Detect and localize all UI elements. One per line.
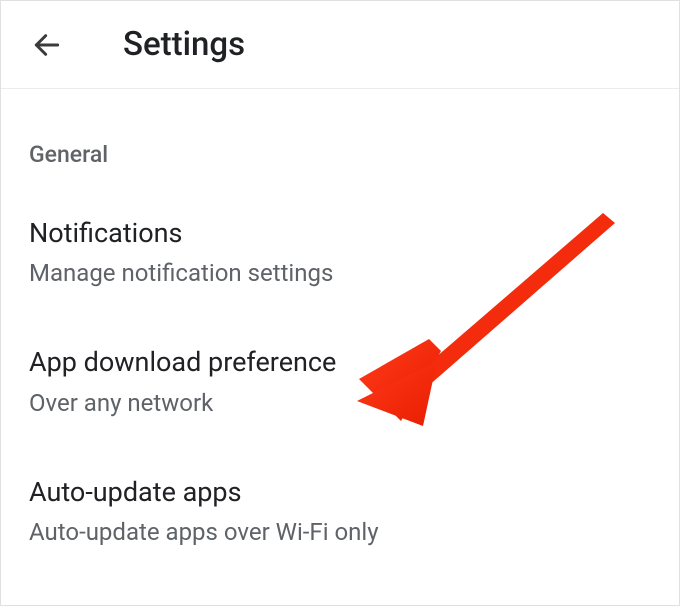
setting-title: App download preference <box>29 345 651 380</box>
setting-title: Auto-update apps <box>29 475 651 510</box>
setting-subtitle: Manage notification settings <box>29 257 651 289</box>
page-title: Settings <box>123 25 245 64</box>
setting-app-download-preference[interactable]: App download preference Over any network <box>29 345 651 418</box>
setting-notifications[interactable]: Notifications Manage notification settin… <box>29 216 651 289</box>
header-bar: Settings <box>1 1 679 89</box>
setting-auto-update-apps[interactable]: Auto-update apps Auto-update apps over W… <box>29 475 651 548</box>
setting-subtitle: Auto-update apps over Wi-Fi only <box>29 516 651 548</box>
setting-subtitle: Over any network <box>29 387 651 419</box>
back-arrow-icon[interactable] <box>29 27 65 63</box>
settings-content: General Notifications Manage notificatio… <box>1 141 679 548</box>
section-general-header: General <box>29 141 651 168</box>
setting-title: Notifications <box>29 216 651 251</box>
